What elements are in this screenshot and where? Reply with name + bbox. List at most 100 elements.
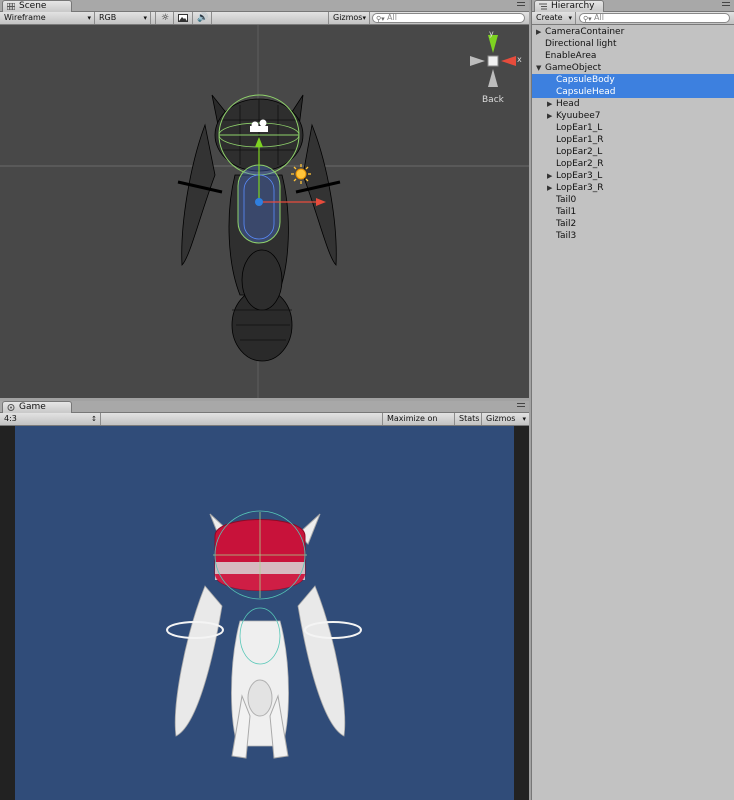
game-tab-label: Game bbox=[19, 402, 46, 412]
light-toggle[interactable]: ☼ bbox=[155, 12, 174, 24]
game-gizmos-arrow-icon: ▾ bbox=[522, 415, 526, 423]
hierarchy-item-label: CapsuleHead bbox=[556, 87, 616, 97]
scene-tab-icon bbox=[7, 3, 15, 10]
orientation-view-label: Back bbox=[482, 95, 504, 105]
game-viewport[interactable] bbox=[0, 426, 529, 800]
expanded-arrow-icon[interactable]: ▼ bbox=[536, 62, 541, 74]
create-arrow-icon: ▾ bbox=[568, 14, 572, 22]
render-mode-dropdown[interactable]: Wireframe ▾ bbox=[0, 12, 95, 24]
hierarchy-item-label: Tail0 bbox=[556, 195, 577, 205]
render-mode-value: Wireframe bbox=[4, 13, 46, 22]
hierarchy-panel-menu-icon[interactable] bbox=[722, 2, 730, 9]
hierarchy-item-label: Tail1 bbox=[556, 207, 577, 217]
hierarchy-item-label: LopEar3_R bbox=[556, 183, 604, 193]
hierarchy-item-label: Directional light bbox=[545, 39, 617, 49]
scene-viewport[interactable]: y x Back bbox=[0, 25, 529, 398]
hierarchy-item-label: LopEar2_L bbox=[556, 147, 603, 157]
hierarchy-tabbar: Hierarchy bbox=[532, 0, 734, 12]
hierarchy-item[interactable]: LopEar2_R bbox=[532, 158, 734, 170]
hierarchy-item[interactable]: ▶ Kyuubee7 bbox=[532, 110, 734, 122]
game-gizmos-dropdown[interactable]: Gizmos ▾ bbox=[482, 413, 529, 425]
audio-toggle-icon: 🔊 bbox=[197, 13, 209, 23]
hierarchy-item[interactable]: EnableArea bbox=[532, 50, 734, 62]
hierarchy-item[interactable]: Tail3 bbox=[532, 230, 734, 242]
aspect-arrow-icon: ↕ bbox=[91, 415, 97, 423]
hierarchy-search-icon: ⚲▾ bbox=[583, 15, 592, 23]
scene-gizmos-dropdown[interactable]: Gizmos ▾ bbox=[328, 12, 370, 24]
render-mode-arrow-icon: ▾ bbox=[87, 14, 91, 22]
image-toggle-icon bbox=[178, 14, 188, 22]
hierarchy-item[interactable]: ▶ LopEar3_R bbox=[532, 182, 734, 194]
hierarchy-item-label: Tail3 bbox=[556, 231, 577, 241]
scene-tab-label: Scene bbox=[19, 1, 47, 11]
create-dropdown[interactable]: Create ▾ bbox=[532, 12, 576, 24]
collapsed-arrow-icon[interactable]: ▶ bbox=[547, 182, 552, 194]
hierarchy-panel: Hierarchy Create ▾ ⚲▾ All ▶ CameraContaine… bbox=[531, 0, 734, 800]
hierarchy-item-label: CapsuleBody bbox=[556, 75, 615, 85]
hierarchy-item-label: LopEar2_R bbox=[556, 159, 604, 169]
game-gizmos-label: Gizmos bbox=[486, 414, 516, 423]
scene-toolbar: Wireframe ▾ RGB ▾ ☼ 🔊 Gizmos ▾ ⚲▾ All bbox=[0, 12, 529, 25]
tab-hierarchy[interactable]: Hierarchy bbox=[534, 0, 604, 12]
hierarchy-item-label: EnableArea bbox=[545, 51, 597, 61]
maximize-on-play-toggle[interactable]: Maximize on Play bbox=[382, 413, 455, 435]
scene-gizmos-label: Gizmos bbox=[333, 13, 363, 22]
hierarchy-item[interactable]: Tail0 bbox=[532, 194, 734, 206]
scene-canvas bbox=[0, 25, 529, 398]
scene-search-placeholder: All bbox=[387, 13, 397, 22]
move-handle-center-icon bbox=[255, 198, 263, 206]
image-toggle[interactable] bbox=[174, 12, 193, 24]
game-tab-icon bbox=[7, 404, 15, 411]
hierarchy-tab-icon bbox=[539, 3, 547, 10]
hierarchy-item-label: LopEar1_R bbox=[556, 135, 604, 145]
hierarchy-item[interactable]: Tail2 bbox=[532, 218, 734, 230]
scene-gizmos-arrow-icon: ▾ bbox=[362, 14, 366, 22]
game-panel-menu-icon[interactable] bbox=[517, 403, 525, 410]
tab-game[interactable]: Game bbox=[2, 401, 72, 413]
hierarchy-search-placeholder: All bbox=[594, 13, 604, 22]
hierarchy-item[interactable]: ▶ LopEar3_L bbox=[532, 170, 734, 182]
hierarchy-item[interactable]: LopEar2_L bbox=[532, 146, 734, 158]
audio-toggle[interactable]: 🔊 bbox=[193, 12, 212, 24]
orientation-axis-x-label: x bbox=[517, 55, 522, 64]
orientation-axis-y-label: y bbox=[489, 29, 494, 38]
scene-panel: Scene Wireframe ▾ RGB ▾ ☼ 🔊 Gizmos ▾ ⚲▾ All bbox=[0, 0, 529, 398]
create-label: Create bbox=[536, 13, 563, 22]
light-toggle-icon: ☼ bbox=[161, 13, 170, 23]
game-canvas bbox=[15, 426, 514, 800]
stats-toggle[interactable]: Stats bbox=[455, 413, 482, 425]
game-panel: Game 4:3 ↕ Maximize on Play Stats Gizmos ▾ bbox=[0, 401, 529, 800]
channel-arrow-icon: ▾ bbox=[143, 14, 147, 22]
hierarchy-item-label: Kyuubee7 bbox=[556, 111, 601, 121]
hierarchy-search-input[interactable]: ⚲▾ All bbox=[579, 13, 730, 23]
channel-dropdown[interactable]: RGB ▾ bbox=[95, 12, 151, 24]
aspect-value: 4:3 bbox=[4, 414, 17, 423]
hierarchy-item[interactable]: LopEar1_R bbox=[532, 134, 734, 146]
game-toolbar: 4:3 ↕ Maximize on Play Stats Gizmos ▾ bbox=[0, 413, 529, 435]
hierarchy-item[interactable]: CapsuleHead bbox=[532, 86, 734, 98]
hierarchy-item[interactable]: Directional light bbox=[532, 38, 734, 50]
hierarchy-item-label: Tail2 bbox=[556, 219, 577, 229]
hierarchy-item[interactable]: ▶ CameraContainer bbox=[532, 26, 734, 38]
scene-tabbar: Scene bbox=[0, 0, 529, 12]
orientation-gizmo[interactable] bbox=[470, 35, 516, 87]
stats-label: Stats bbox=[459, 414, 480, 423]
collapsed-arrow-icon[interactable]: ▶ bbox=[536, 26, 541, 38]
hierarchy-item[interactable]: CapsuleBody bbox=[532, 74, 734, 86]
collapsed-arrow-icon[interactable]: ▶ bbox=[547, 170, 552, 182]
tab-scene[interactable]: Scene bbox=[2, 0, 72, 12]
hierarchy-item[interactable]: LopEar1_L bbox=[532, 122, 734, 134]
hierarchy-item-label: LopEar1_L bbox=[556, 123, 603, 133]
scene-panel-menu-icon[interactable] bbox=[517, 2, 525, 9]
hierarchy-item-label: CameraContainer bbox=[545, 27, 625, 37]
collapsed-arrow-icon[interactable]: ▶ bbox=[547, 98, 552, 110]
aspect-dropdown[interactable]: 4:3 ↕ bbox=[0, 413, 101, 425]
hierarchy-item[interactable]: ▼ GameObject bbox=[532, 62, 734, 74]
hierarchy-list: ▶ CameraContainer Directional light EnableA… bbox=[532, 26, 734, 800]
hierarchy-toolbar: Create ▾ ⚲▾ All bbox=[532, 12, 734, 25]
hierarchy-item[interactable]: Tail1 bbox=[532, 206, 734, 218]
channel-value: RGB bbox=[99, 13, 117, 22]
collapsed-arrow-icon[interactable]: ▶ bbox=[547, 110, 552, 122]
scene-search-input[interactable]: ⚲▾ All bbox=[372, 13, 525, 23]
hierarchy-item[interactable]: ▶ Head bbox=[532, 98, 734, 110]
